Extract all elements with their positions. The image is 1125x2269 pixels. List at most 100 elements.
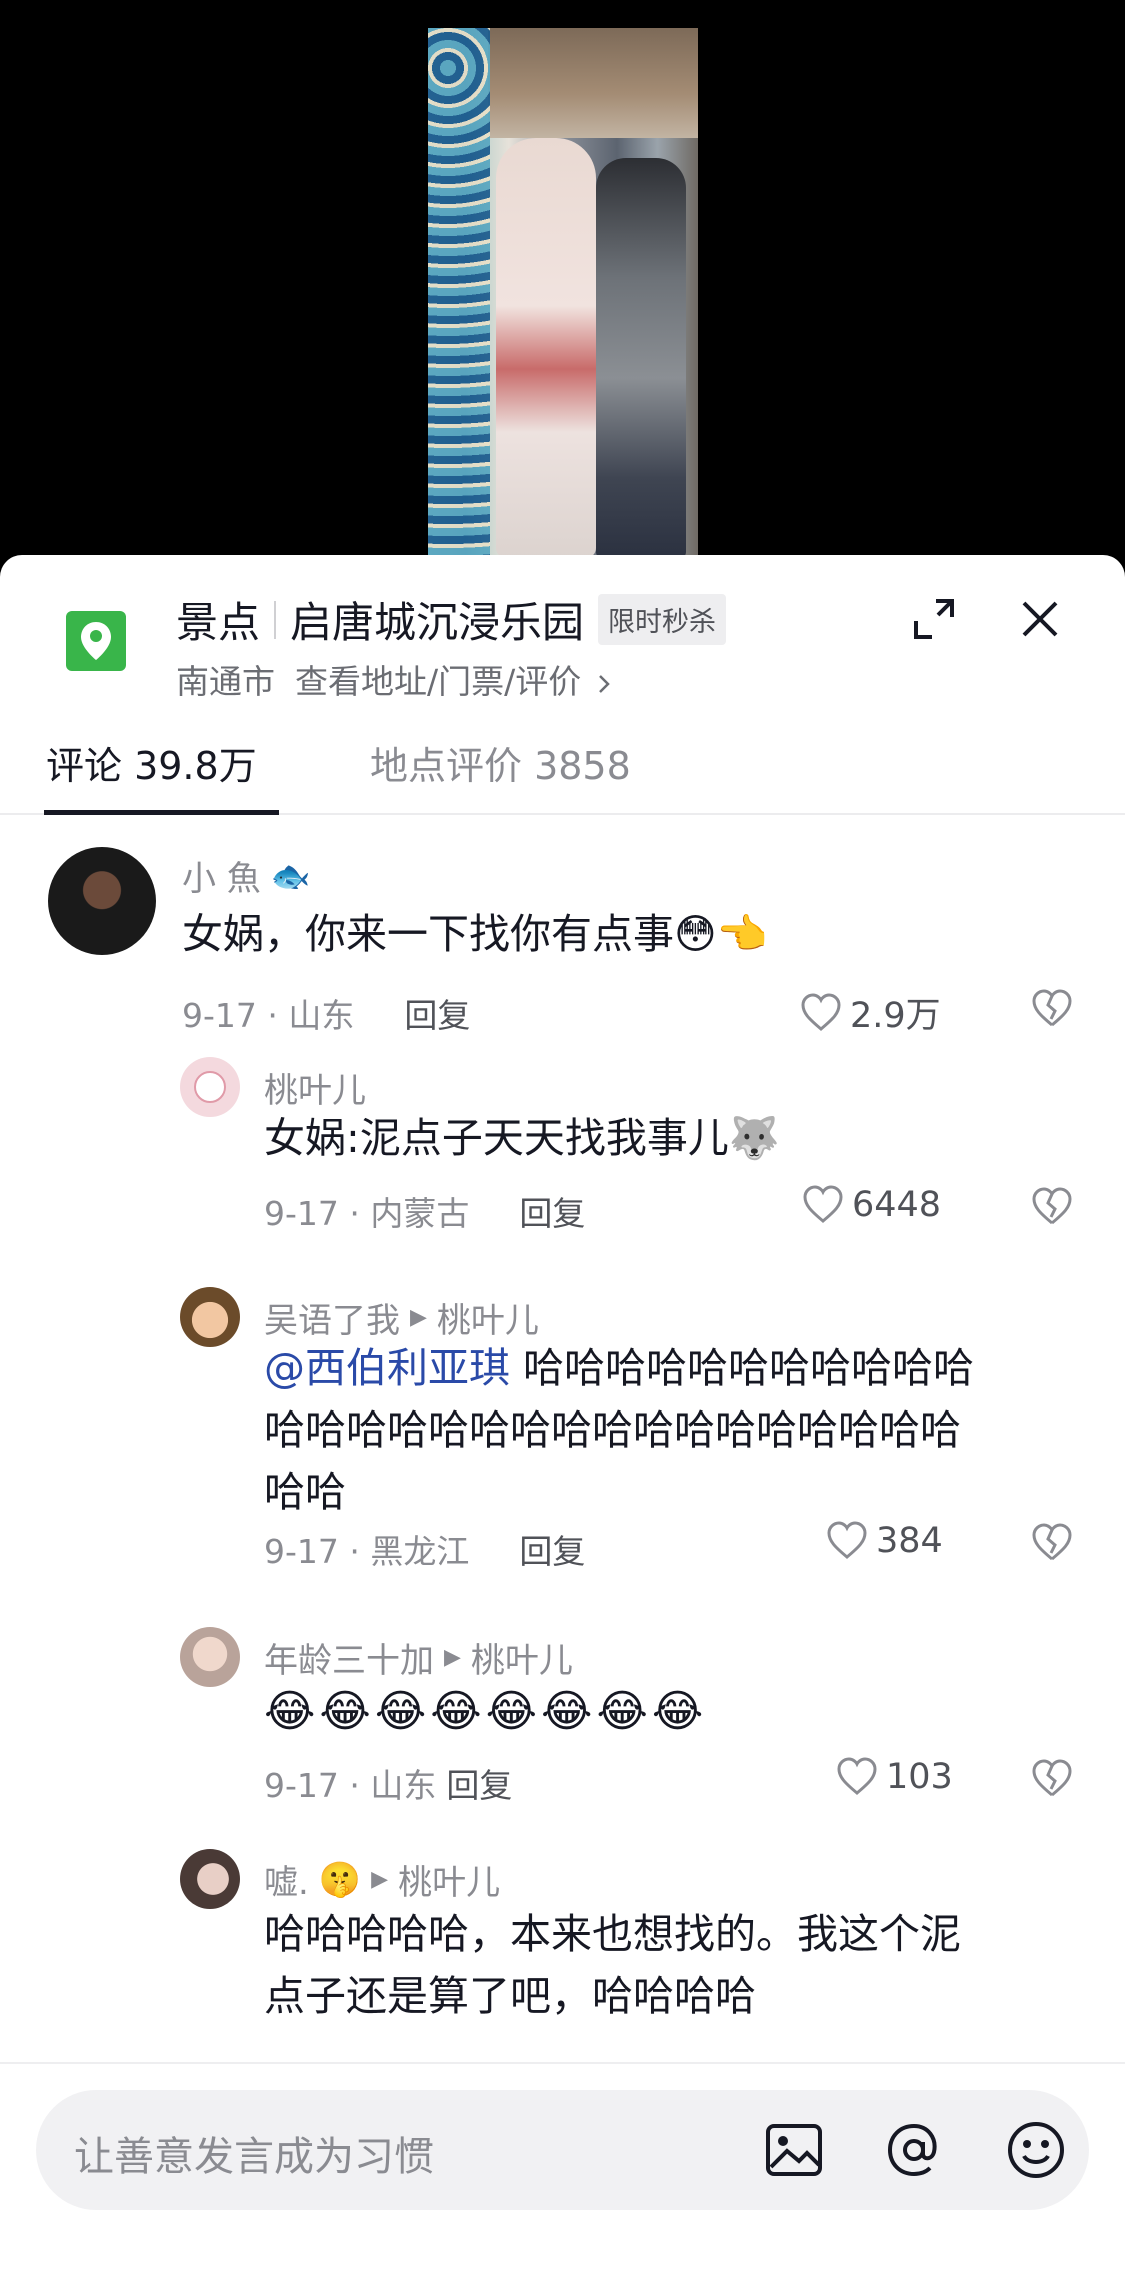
location-category: 景点: [176, 598, 261, 647]
broken-heart-icon: [1032, 989, 1072, 1027]
like-button[interactable]: 6448: [802, 1185, 941, 1225]
comment-author[interactable]: 小 魚 🐟: [182, 851, 311, 900]
heart-icon: [801, 992, 841, 1031]
comment-author[interactable]: 桃叶儿: [264, 1063, 366, 1112]
emoji-icon: 😳👈: [674, 910, 768, 958]
reply-button[interactable]: 回复: [519, 1525, 585, 1573]
location-title[interactable]: 景点 启唐城沉浸乐园 限时秒杀: [176, 589, 727, 650]
comment-body-line3: 哈哈: [264, 1468, 346, 1516]
location-name: 启唐城沉浸乐园: [290, 598, 585, 647]
like-button[interactable]: 2.9万: [800, 987, 941, 1038]
dislike-button[interactable]: [1030, 1187, 1074, 1231]
comment-text[interactable]: 哈哈哈哈哈，本来也想找的。我这个泥 点子还是算了吧，哈哈哈哈: [264, 1903, 1064, 2027]
fish-icon: 🐟: [270, 856, 311, 895]
like-count: 384: [876, 1521, 943, 1561]
tab-comments[interactable]: 评论 39.8万: [46, 735, 257, 790]
dislike-button[interactable]: [1030, 1759, 1074, 1803]
location-subtitle[interactable]: 南通市 查看地址/门票/评价: [176, 655, 612, 703]
comment-item: 小 魚 🐟 女娲，你来一下找你有点事😳👈 9-17 · 山东 回复 2.9万: [0, 817, 1125, 1037]
comment-item: 吴语了我 ▶ 桃叶儿 @西伯利亚琪 哈哈哈哈哈哈哈哈哈哈哈 哈哈哈哈哈哈哈哈哈哈…: [0, 1267, 1125, 1607]
video-ceiling: [488, 28, 698, 138]
heart-icon: [803, 1185, 843, 1223]
image-icon[interactable]: [758, 2114, 830, 2186]
comment-sheet: 景点 启唐城沉浸乐园 限时秒杀 南通市 查看地址/门票/评价 评论 39.8万 …: [0, 555, 1125, 2269]
reply-arrow-icon: ▶: [410, 1305, 427, 1330]
avatar[interactable]: [48, 847, 156, 955]
broken-heart-icon: [1032, 1523, 1072, 1561]
comment-text[interactable]: 😂😂😂😂😂😂😂😂: [264, 1681, 707, 1743]
author-name: 小 魚: [182, 859, 261, 899]
comment-input[interactable]: 让善意发言成为习惯: [36, 2090, 1089, 2210]
dislike-button[interactable]: [1030, 989, 1074, 1033]
reply-button[interactable]: 回复: [519, 1187, 585, 1235]
reply-arrow-icon: ▶: [444, 1645, 461, 1670]
comment-item: 嘘. 🤫 ▶ 桃叶儿 哈哈哈哈哈，本来也想找的。我这个泥 点子还是算了吧，哈哈哈…: [0, 1837, 1125, 2057]
emoji-icon[interactable]: [1000, 2114, 1072, 2186]
location-details-link[interactable]: 查看地址/门票/评价: [295, 655, 612, 703]
location-header[interactable]: 景点 启唐城沉浸乐园 限时秒杀 南通市 查看地址/门票/评价: [0, 555, 1125, 705]
mention-link[interactable]: @西伯利亚琪: [264, 1344, 510, 1392]
comment-date: 9-17 · 山东: [182, 996, 355, 1035]
comment-text[interactable]: 女娲:泥点子天天找我事儿🐺: [264, 1107, 780, 1169]
comment-list[interactable]: 小 魚 🐟 女娲，你来一下找你有点事😳👈 9-17 · 山东 回复 2.9万 桃…: [0, 817, 1125, 2057]
location-details-label: 查看地址/门票/评价: [295, 662, 582, 701]
reply-button[interactable]: 回复: [446, 1759, 512, 1807]
comment-date: 9-17 · 黑龙江: [264, 1532, 470, 1571]
reply-arrow-icon: ▶: [371, 1867, 389, 1892]
comment-body: 女娲，你来一下找你有点事: [182, 910, 674, 958]
heart-icon: [837, 1757, 877, 1795]
comment-body: 哈哈哈哈哈哈哈哈哈哈哈: [510, 1344, 975, 1392]
comment-text[interactable]: 女娲，你来一下找你有点事😳👈: [182, 903, 768, 965]
dislike-button[interactable]: [1030, 1523, 1074, 1567]
reply-to-name[interactable]: 桃叶儿: [398, 1855, 500, 1904]
comment-tabs: 评论 39.8万 地点评价 3858: [0, 705, 1125, 815]
comment-date: 9-17 · 山东: [264, 1766, 437, 1805]
author-name: 年龄三十加: [264, 1641, 434, 1681]
broken-heart-icon: [1032, 1187, 1072, 1225]
video-thumbnail[interactable]: [428, 28, 698, 560]
comment-author[interactable]: 嘘. 🤫 ▶ 桃叶儿: [264, 1855, 500, 1904]
comment-meta: 9-17 · 山东 回复: [182, 989, 470, 1037]
like-count: 103: [886, 1757, 953, 1797]
reply-button[interactable]: 回复: [404, 989, 470, 1037]
comment-body: 哈哈哈哈哈，本来也想找的。我这个泥: [264, 1910, 961, 1958]
active-tab-indicator: [44, 810, 279, 815]
comment-item: 桃叶儿 女娲:泥点子天天找我事儿🐺 9-17 · 内蒙古 回复 6448: [0, 1037, 1125, 1267]
flash-sale-badge[interactable]: 限时秒杀: [598, 594, 727, 645]
comment-text[interactable]: @西伯利亚琪 哈哈哈哈哈哈哈哈哈哈哈 哈哈哈哈哈哈哈哈哈哈哈哈哈哈哈哈哈 哈哈: [264, 1337, 1064, 1523]
title-divider: [274, 600, 277, 639]
comment-author[interactable]: 吴语了我 ▶ 桃叶儿: [264, 1293, 539, 1342]
broken-heart-icon: [1032, 1759, 1072, 1797]
avatar[interactable]: [180, 1287, 240, 1347]
avatar[interactable]: [180, 1057, 240, 1117]
comment-input-bar: 让善意发言成为习惯: [0, 2062, 1125, 2269]
video-performer: [496, 138, 596, 558]
comment-meta: 9-17 · 内蒙古 回复: [264, 1187, 585, 1235]
like-count: 6448: [852, 1185, 942, 1225]
like-count: 2.9万: [850, 996, 941, 1036]
avatar[interactable]: [180, 1849, 240, 1909]
close-icon[interactable]: [1012, 591, 1068, 647]
expand-icon[interactable]: [906, 591, 962, 647]
author-name: 吴语了我: [264, 1301, 400, 1341]
chevron-right-icon: [598, 674, 610, 693]
reply-to-name[interactable]: 桃叶儿: [437, 1293, 539, 1342]
comment-item: 年龄三十加 ▶ 桃叶儿 😂😂😂😂😂😂😂😂 9-17 · 山东 回复 103: [0, 1607, 1125, 1837]
comment-body-line2: 哈哈哈哈哈哈哈哈哈哈哈哈哈哈哈哈哈: [264, 1406, 961, 1454]
avatar[interactable]: [180, 1627, 240, 1687]
location-city: 南通市: [176, 662, 275, 701]
comment-body: 女娲:泥点子天天找我事儿: [264, 1114, 729, 1162]
shush-emoji-icon: 🤫: [318, 1859, 362, 1900]
location-pin-icon: [66, 611, 126, 671]
comment-meta: 9-17 · 黑龙江 回复: [264, 1525, 585, 1573]
at-mention-icon[interactable]: [878, 2114, 950, 2186]
input-placeholder: 让善意发言成为习惯: [74, 2134, 434, 2180]
tab-location-reviews[interactable]: 地点评价 3858: [370, 735, 631, 790]
comment-author[interactable]: 年龄三十加 ▶ 桃叶儿: [264, 1633, 573, 1682]
author-name: 嘘.: [264, 1863, 309, 1903]
video-area[interactable]: [0, 0, 1125, 560]
like-button[interactable]: 103: [836, 1757, 953, 1797]
reply-to-name[interactable]: 桃叶儿: [471, 1633, 573, 1682]
video-mural: [428, 28, 490, 560]
like-button[interactable]: 384: [826, 1521, 943, 1561]
